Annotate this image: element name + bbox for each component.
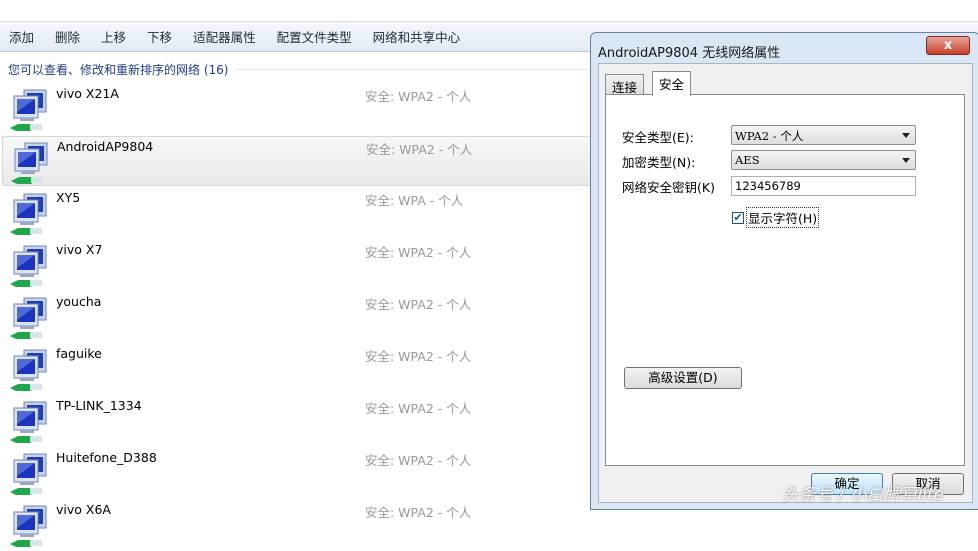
network-icon (9, 141, 55, 185)
network-list-item[interactable]: XY5 安全: WPA - 个人 (2, 188, 602, 238)
network-icon (8, 192, 54, 236)
network-icon (8, 504, 54, 548)
security-type-select[interactable]: WPA2 - 个人 (731, 125, 916, 145)
close-button[interactable]: x (926, 36, 970, 55)
network-icon (8, 348, 54, 392)
network-key-label: 网络安全密钥(K) (622, 180, 715, 195)
network-security: 安全: WPA2 - 个人 (365, 245, 472, 260)
window-top-strip (0, 0, 978, 22)
dialog-title: AndroidAP9804 无线网络属性 (598, 46, 781, 61)
network-icon (8, 400, 54, 444)
network-key-input[interactable]: 123456789 (731, 176, 916, 196)
security-type-label: 安全类型(E): (622, 130, 694, 145)
network-security: 安全: WPA2 - 个人 (366, 142, 473, 157)
move-down-button[interactable]: 下移 (147, 27, 172, 46)
network-sharing-center-button[interactable]: 网络和共享中心 (373, 27, 461, 46)
encryption-type-select[interactable]: AES (731, 150, 916, 170)
adapter-properties-button[interactable]: 适配器属性 (193, 27, 256, 46)
profile-type-button[interactable]: 配置文件类型 (277, 27, 352, 46)
network-icon (8, 88, 54, 132)
dropdown-arrow-icon (902, 158, 910, 163)
delete-button[interactable]: 删除 (55, 27, 80, 46)
network-security: 安全: WPA2 - 个人 (365, 89, 472, 104)
network-name: TP-LINK_1334 (56, 398, 142, 413)
network-icon (8, 296, 54, 340)
network-list-item[interactable]: TP-LINK_1334 安全: WPA2 - 个人 (2, 396, 602, 446)
dropdown-arrow-icon (902, 133, 910, 138)
network-name: vivo X21A (56, 86, 119, 101)
network-list-item[interactable]: vivo X6A 安全: WPA2 - 个人 (2, 500, 602, 550)
network-security: 安全: WPA2 - 个人 (365, 453, 472, 468)
network-icon (8, 244, 54, 288)
encryption-type-label: 加密类型(N): (622, 155, 696, 170)
network-list-item[interactable]: vivo X7 安全: WPA2 - 个人 (2, 240, 602, 290)
add-button[interactable]: 添加 (9, 27, 34, 46)
security-panel: 安全类型(E): WPA2 - 个人 加密类型(N): AES 网络安全密钥(K… (605, 94, 965, 466)
dialog-body: 连接 安全 安全类型(E): WPA2 - 个人 加密类型(N): AES 网络… (598, 63, 973, 503)
network-list-item[interactable]: youcha 安全: WPA2 - 个人 (2, 292, 602, 342)
network-security: 安全: WPA2 - 个人 (365, 297, 472, 312)
network-name: Huitefone_D388 (56, 450, 157, 465)
network-security: 安全: WPA - 个人 (365, 193, 464, 208)
group-header-label: 您可以查看、修改和重新排序的网络 (16) (8, 63, 229, 77)
network-name: faguike (56, 346, 102, 361)
network-security: 安全: WPA2 - 个人 (365, 401, 472, 416)
network-list-item[interactable]: faguike 安全: WPA2 - 个人 (2, 344, 602, 394)
tab-connection[interactable]: 连接 (605, 74, 645, 95)
show-characters-checkbox[interactable]: ✔ 显示字符(H) (732, 207, 820, 228)
network-name: XY5 (56, 190, 81, 205)
wireless-properties-dialog: AndroidAP9804 无线网络属性 x 连接 安全 安全类型(E): WP… (590, 32, 978, 510)
encryption-type-value: AES (735, 153, 760, 167)
security-type-value: WPA2 - 个人 (735, 129, 804, 143)
show-characters-label: 显示字符(H) (746, 207, 820, 228)
move-up-button[interactable]: 上移 (101, 27, 126, 46)
network-name: vivo X6A (56, 502, 111, 517)
watermark: 头条号 / 小白牌草lite (782, 485, 945, 505)
network-list-item[interactable]: Huitefone_D388 安全: WPA2 - 个人 (2, 448, 602, 498)
network-name: youcha (56, 294, 102, 309)
advanced-settings-button[interactable]: 高级设置(D) (624, 367, 742, 389)
network-security: 安全: WPA2 - 个人 (365, 505, 472, 520)
network-name: AndroidAP9804 (57, 139, 154, 154)
network-list-item[interactable]: vivo X21A 安全: WPA2 - 个人 (2, 84, 602, 134)
group-header: 您可以查看、修改和重新排序的网络 (16) (8, 61, 588, 78)
network-list-item[interactable]: AndroidAP9804 安全: WPA2 - 个人 (2, 136, 602, 186)
checkbox-check-icon: ✔ (732, 210, 744, 224)
network-icon (8, 452, 54, 496)
network-name: vivo X7 (56, 242, 103, 257)
tab-security[interactable]: 安全 (652, 71, 692, 96)
network-security: 安全: WPA2 - 个人 (365, 349, 472, 364)
